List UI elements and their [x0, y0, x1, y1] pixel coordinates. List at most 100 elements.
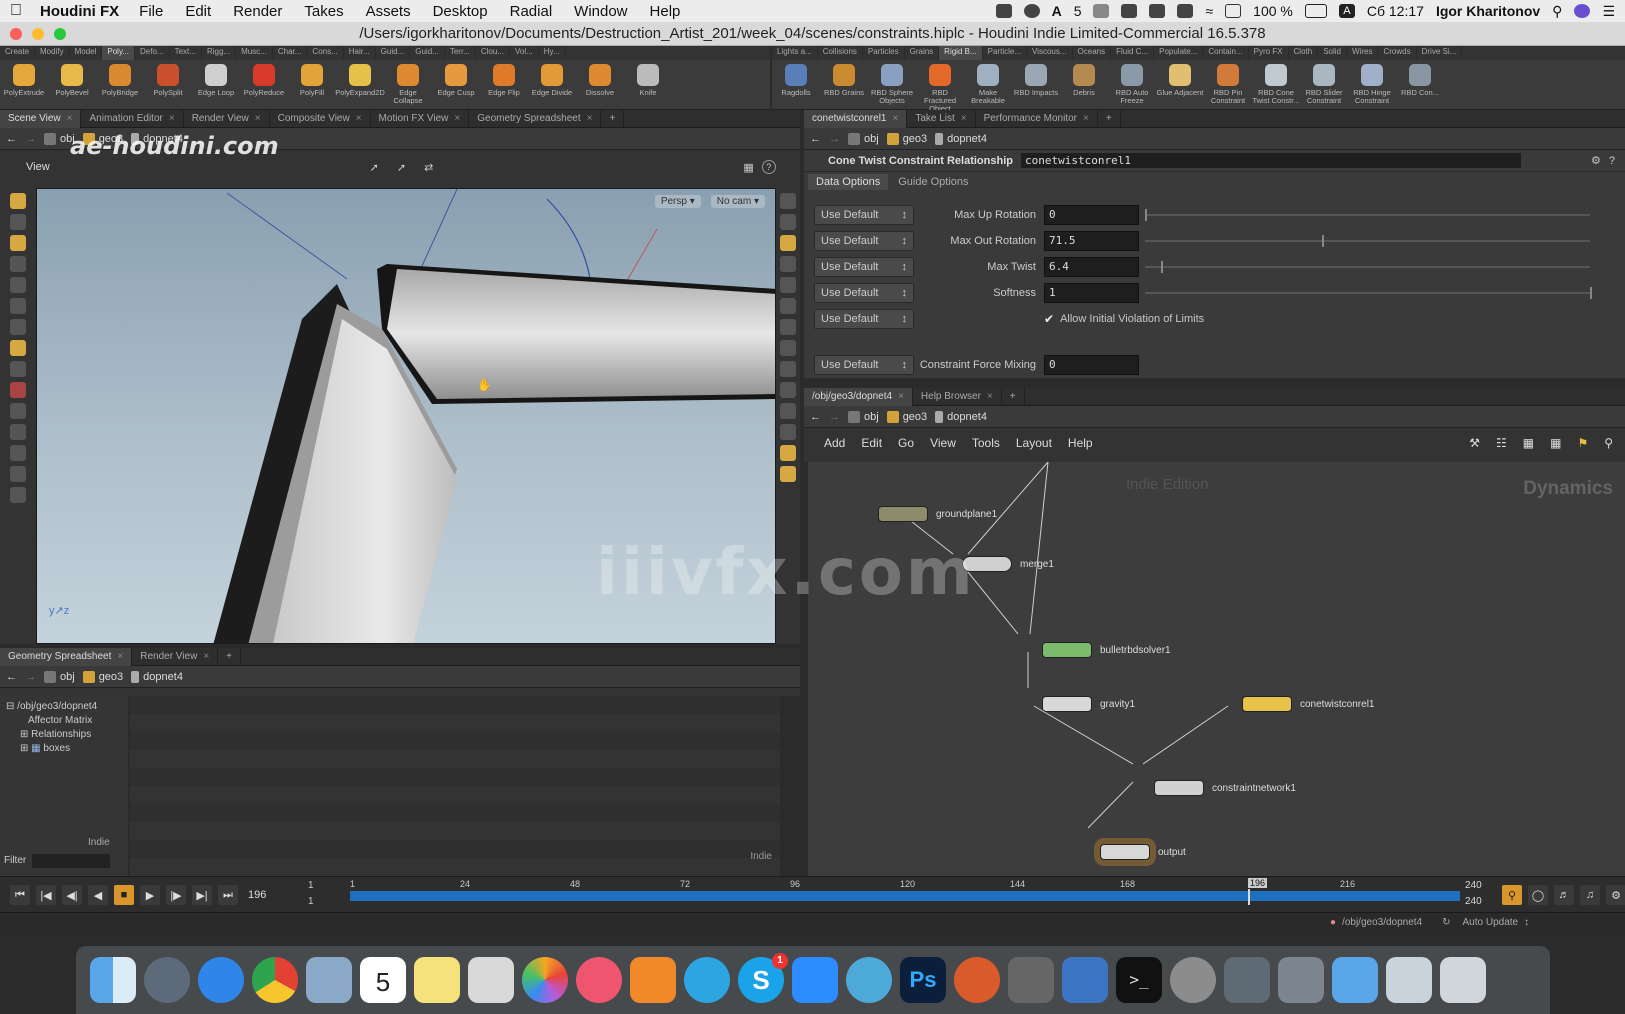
menu-takes[interactable]: Takes	[304, 3, 343, 20]
bounding-box-icon[interactable]	[780, 382, 796, 398]
use-default-dropdown[interactable]: Use Default ↕	[814, 231, 914, 251]
battery-icon[interactable]	[1304, 4, 1327, 18]
tab-motion-fx-view[interactable]: Motion FX View ×	[371, 109, 470, 128]
shelf-tool[interactable]: Edge Flip	[480, 64, 528, 97]
shelf-tab[interactable]: Modify	[35, 46, 70, 60]
add-tab-icon[interactable]: +	[1002, 387, 1025, 406]
camera-menu[interactable]: No cam ▾	[710, 195, 765, 208]
shelf-tab[interactable]: Clou...	[476, 46, 510, 60]
back-arrow-icon[interactable]: ←	[810, 411, 821, 423]
cook-icon[interactable]: ↻	[1442, 917, 1450, 928]
shelf-tool[interactable]: PolyFill	[288, 64, 336, 97]
display-options-icon[interactable]: ▦	[743, 161, 753, 174]
snap-icon[interactable]	[10, 340, 26, 356]
shelf-tool[interactable]: Edge Loop	[192, 64, 240, 97]
tab-render-view[interactable]: Render View ×	[184, 109, 270, 128]
shelf-tab[interactable]: Drive Si...	[1417, 46, 1463, 60]
pivot-icon[interactable]	[10, 403, 26, 419]
param-slider[interactable]	[1145, 235, 1590, 247]
jump-start-icon[interactable]: ⏮	[10, 885, 30, 905]
swap-icon[interactable]: ⇄	[424, 161, 433, 174]
shelf-tab[interactable]: Oceans	[1073, 46, 1112, 60]
path-dopnet[interactable]: dopnet4	[935, 132, 987, 145]
forward-arrow-icon[interactable]: →	[829, 411, 840, 423]
light-icon[interactable]	[10, 487, 26, 503]
tab-animation-editor[interactable]: Animation Editor ×	[81, 109, 184, 128]
tab-guide-options[interactable]: Guide Options	[890, 174, 976, 190]
shelf-tool[interactable]: Edge Collapse	[384, 64, 432, 105]
magnet-icon[interactable]	[10, 382, 26, 398]
folder-app-icon[interactable]	[1062, 957, 1108, 1003]
notification-center-icon[interactable]: ☰	[1602, 3, 1615, 20]
node-name-field[interactable]: conetwistconrel1	[1020, 153, 1521, 168]
scale-tool-icon[interactable]	[10, 235, 26, 251]
path-obj[interactable]: obj	[848, 410, 879, 423]
shelf-tab[interactable]: Cons...	[307, 46, 344, 60]
shelf-tab[interactable]: Particle...	[983, 46, 1027, 60]
shelf-tab[interactable]: Wires	[1347, 46, 1379, 60]
shelf-tool[interactable]: PolyExpand2D	[335, 64, 385, 97]
step-back-icon[interactable]: ◀|	[62, 885, 82, 905]
shelf-tab[interactable]: Rigid B...	[939, 46, 983, 60]
start-frame[interactable]: 1	[308, 880, 314, 891]
menu-edit[interactable]: Edit	[185, 3, 211, 20]
path-obj[interactable]: obj	[848, 132, 879, 145]
gear-icon[interactable]	[1093, 4, 1110, 18]
normal-display-icon[interactable]	[780, 298, 796, 314]
use-default-dropdown[interactable]: Use Default ↕	[814, 309, 914, 329]
gear-icon[interactable]: ⚙	[1591, 154, 1601, 167]
shelf-tool[interactable]: RBD Cone Twist Constr...	[1252, 64, 1300, 105]
prev-key-icon[interactable]: |◀	[36, 885, 56, 905]
menu-layout[interactable]: Layout	[1016, 436, 1052, 450]
wifi-icon[interactable]: ≈	[1205, 3, 1213, 19]
pose-icon[interactable]	[10, 298, 26, 314]
photoshop-icon[interactable]: Ps	[900, 957, 946, 1003]
zoom-icon[interactable]	[792, 957, 838, 1003]
prim-display-icon[interactable]	[780, 340, 796, 356]
menu-tools[interactable]: Tools	[972, 436, 1000, 450]
use-default-dropdown[interactable]: Use Default ↕	[814, 355, 914, 375]
airplay-icon[interactable]	[1225, 4, 1242, 18]
shelf-tab[interactable]: Populate...	[1154, 46, 1204, 60]
list-view-icon[interactable]: ▦	[1523, 436, 1534, 450]
menu-add[interactable]: Add	[824, 436, 845, 450]
end-frame[interactable]: 240	[1465, 880, 1482, 891]
calendar-icon[interactable]: 5	[360, 957, 406, 1003]
param-slider[interactable]	[1145, 209, 1590, 221]
tree-item[interactable]: ⊞ Relationships	[6, 728, 122, 742]
status-path[interactable]: /obj/geo3/dopnet4	[1342, 917, 1422, 928]
tab-geometry-spreadsheet[interactable]: Geometry Spreadsheet ×	[469, 109, 602, 128]
minimize-window-button[interactable]	[32, 28, 44, 40]
path-dopnet[interactable]: dopnet4	[935, 410, 987, 423]
tree-item[interactable]: Affector Matrix	[6, 714, 122, 728]
forward-arrow-icon[interactable]: →	[25, 671, 36, 683]
shelf-tool[interactable]: RBD Auto Freeze	[1108, 64, 1156, 105]
tab-help-browser[interactable]: Help Browser ×	[913, 387, 1002, 406]
ibooks-icon[interactable]	[630, 957, 676, 1003]
checkbox[interactable]: ✔	[1044, 312, 1054, 326]
path-geo[interactable]: geo3	[886, 410, 927, 423]
key-icon[interactable]: ⚲	[1502, 885, 1522, 905]
shelf-tab[interactable]: Model	[70, 46, 103, 60]
shelf-tab[interactable]: Guid...	[376, 46, 411, 60]
menu-window[interactable]: Window	[574, 3, 627, 20]
wireframe-icon[interactable]	[780, 256, 796, 272]
notes-icon[interactable]	[414, 957, 460, 1003]
path-geo[interactable]: geo3	[82, 670, 123, 683]
shelf-tool[interactable]: Ragdolls	[772, 64, 820, 97]
node-merge1[interactable]: merge1	[962, 556, 1054, 572]
screenshot-icon[interactable]	[1278, 957, 1324, 1003]
shelf-tool[interactable]: RBD Slider Constraint	[1300, 64, 1348, 105]
view-tool-icon[interactable]	[10, 319, 26, 335]
param-value-field[interactable]: 71.5	[1044, 231, 1139, 251]
tab-performance-monitor[interactable]: Performance Monitor ×	[976, 109, 1098, 128]
shelf-tool[interactable]: Edge Cusp	[432, 64, 480, 97]
stamp-icon[interactable]	[10, 445, 26, 461]
node-gravity1[interactable]: gravity1	[1042, 696, 1135, 712]
shelf-tab[interactable]: Rigg...	[202, 46, 237, 60]
use-default-dropdown[interactable]: Use Default ↕	[814, 283, 914, 303]
shelf-tool[interactable]: Debris	[1060, 64, 1108, 97]
grid-icon[interactable]: ▦	[1550, 436, 1561, 450]
shelf-tool[interactable]: Edge Divide	[528, 64, 576, 97]
shelf-tab[interactable]: Char...	[273, 46, 308, 60]
